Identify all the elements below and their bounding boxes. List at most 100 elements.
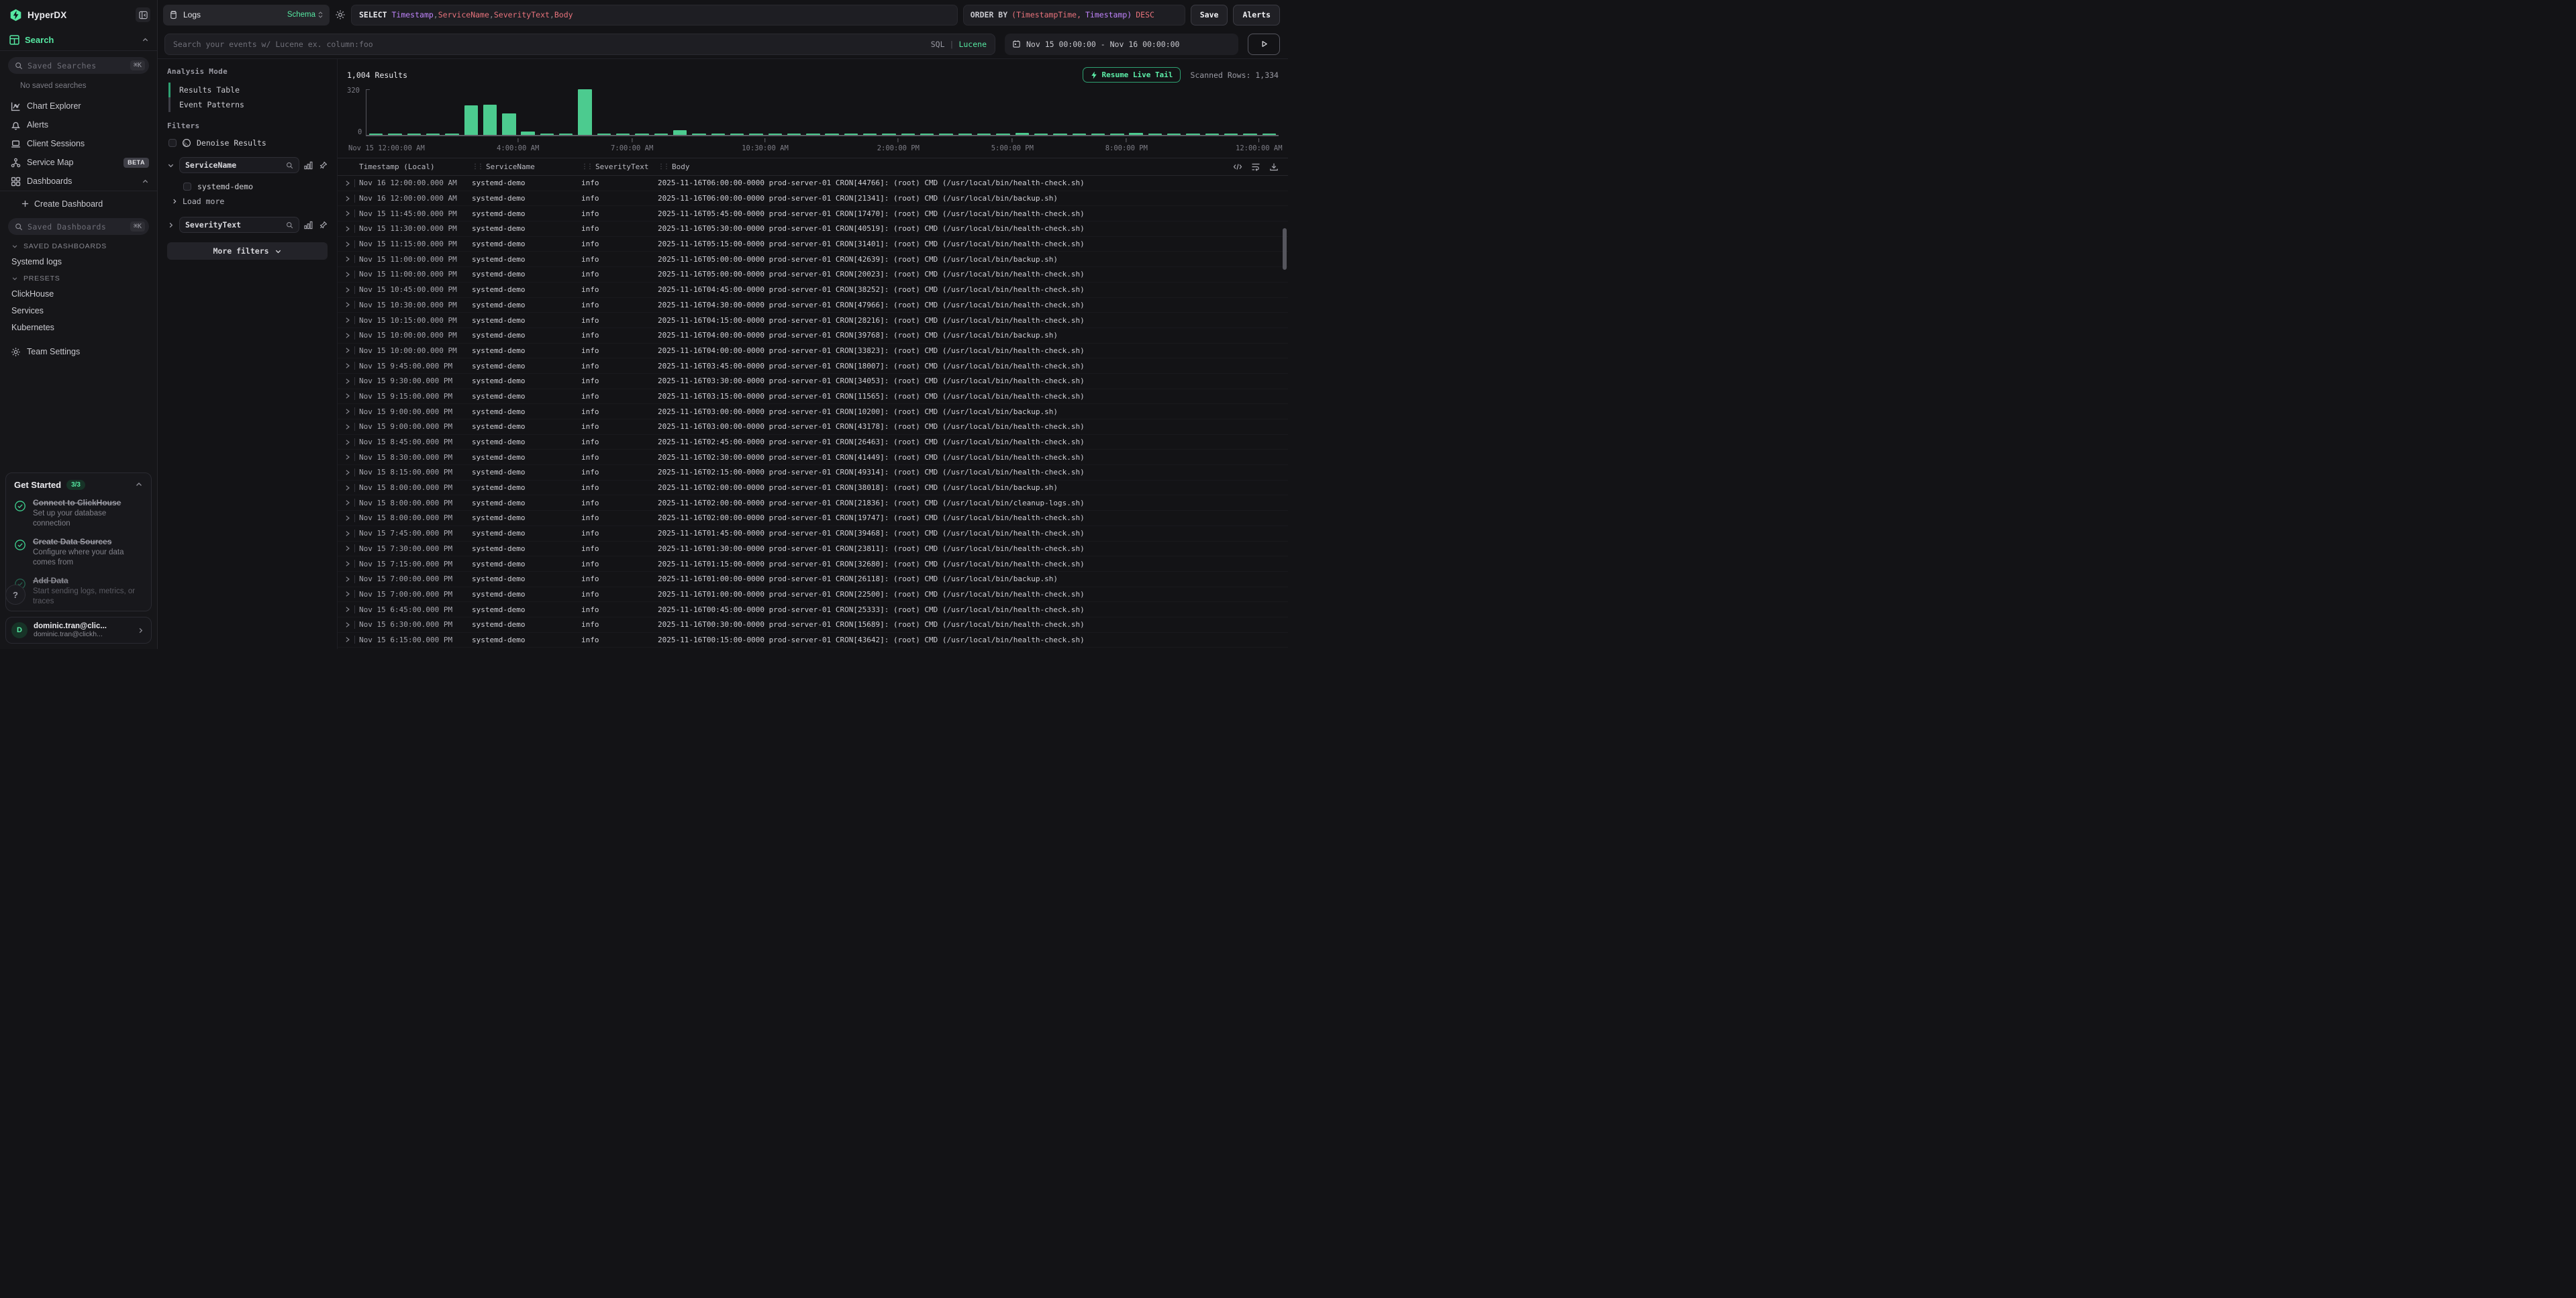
order-by-input[interactable]: ORDER BY (TimestampTime, Timestamp) DESC <box>963 5 1185 26</box>
expand-row-icon[interactable] <box>344 256 350 262</box>
resume-live-tail-button[interactable]: Resume Live Tail <box>1083 67 1181 83</box>
expand-row-icon[interactable] <box>344 287 350 293</box>
column-header-severitytext[interactable]: ⋮⋮SeverityText <box>581 162 658 171</box>
expand-row-icon[interactable] <box>344 515 350 521</box>
run-query-button[interactable] <box>1248 34 1280 55</box>
table-row[interactable]: Nov 15 10:00:00.000 PMsystemd-demoinfo20… <box>338 344 1288 359</box>
table-row[interactable]: Nov 16 12:00:00.000 AMsystemd-demoinfo20… <box>338 191 1288 207</box>
pin-icon[interactable] <box>319 221 328 230</box>
create-dashboard-button[interactable]: Create Dashboard <box>0 195 157 212</box>
expand-row-icon[interactable] <box>344 576 350 583</box>
expand-row-icon[interactable] <box>344 636 350 643</box>
code-view-icon[interactable] <box>1233 162 1242 171</box>
expand-row-icon[interactable] <box>344 332 350 339</box>
table-row[interactable]: Nov 15 6:30:00.000 PMsystemd-demoinfo202… <box>338 617 1288 633</box>
expand-row-icon[interactable] <box>344 241 350 248</box>
user-menu[interactable]: D dominic.tran@clic... dominic.tran@clic… <box>5 617 152 644</box>
chevron-down-icon[interactable] <box>167 162 175 169</box>
help-button[interactable]: ? <box>5 585 26 605</box>
chevron-up-icon[interactable] <box>142 36 149 44</box>
column-header-servicename[interactable]: ⋮⋮ServiceName <box>472 162 581 171</box>
alerts-button[interactable]: Alerts <box>1233 5 1280 26</box>
collapse-sidebar-button[interactable] <box>136 7 150 22</box>
table-row[interactable]: Nov 15 7:00:00.000 PMsystemd-demoinfo202… <box>338 587 1288 603</box>
facet-chart-icon[interactable] <box>304 221 313 230</box>
get-started-step-add-data[interactable]: Add Data Start sending logs, metrics, or… <box>14 575 143 607</box>
load-more-button[interactable]: Load more <box>167 193 328 207</box>
expand-row-icon[interactable] <box>344 606 350 613</box>
expand-row-icon[interactable] <box>344 621 350 628</box>
table-row[interactable]: Nov 15 9:00:00.000 PMsystemd-demoinfo202… <box>338 419 1288 435</box>
drag-handle-icon[interactable]: ⋮⋮ <box>472 163 483 170</box>
expand-row-icon[interactable] <box>344 226 350 232</box>
saved-searches-input[interactable]: Saved Searches ⌘K <box>8 57 149 74</box>
expand-row-icon[interactable] <box>344 347 350 354</box>
table-row[interactable]: Nov 15 11:00:00.000 PMsystemd-demoinfo20… <box>338 252 1288 267</box>
column-header-timestamp[interactable]: Timestamp (Local) <box>359 162 472 171</box>
sidebar-item-chart-explorer[interactable]: Chart Explorer <box>0 97 157 115</box>
table-row[interactable]: Nov 15 8:00:00.000 PMsystemd-demoinfo202… <box>338 495 1288 511</box>
language-toggle-sql[interactable]: SQL <box>931 40 945 49</box>
table-row[interactable]: Nov 15 9:00:00.000 PMsystemd-demoinfo202… <box>338 404 1288 419</box>
scrollbar-thumb[interactable] <box>1283 228 1287 270</box>
table-row[interactable]: Nov 15 7:15:00.000 PMsystemd-demoinfo202… <box>338 556 1288 572</box>
column-header-body[interactable]: ⋮⋮Body <box>658 162 1288 171</box>
table-row[interactable]: Nov 15 7:45:00.000 PMsystemd-demoinfo202… <box>338 526 1288 542</box>
expand-row-icon[interactable] <box>344 530 350 537</box>
preset-link-services[interactable]: Services <box>0 302 157 319</box>
denoise-checkbox[interactable] <box>168 139 177 147</box>
facet-search-box[interactable]: ServiceName <box>179 157 299 173</box>
expand-row-icon[interactable] <box>344 408 350 415</box>
table-row[interactable]: Nov 15 10:30:00.000 PMsystemd-demoinfo20… <box>338 298 1288 313</box>
expand-row-icon[interactable] <box>344 378 350 385</box>
expand-row-icon[interactable] <box>344 271 350 278</box>
language-toggle-lucene[interactable]: Lucene <box>958 40 987 49</box>
facet-value-checkbox[interactable] <box>183 183 191 191</box>
table-row[interactable]: Nov 15 8:45:00.000 PMsystemd-demoinfo202… <box>338 435 1288 450</box>
table-row[interactable]: Nov 15 8:00:00.000 PMsystemd-demoinfo202… <box>338 481 1288 496</box>
facet-chart-icon[interactable] <box>304 161 313 170</box>
preset-link-kubernetes[interactable]: Kubernetes <box>0 319 157 336</box>
mode-event-patterns[interactable]: Event Patterns <box>168 97 328 112</box>
source-selector[interactable]: Logs Schema <box>163 5 330 26</box>
drag-handle-icon[interactable]: ⋮⋮ <box>581 163 592 170</box>
table-row[interactable]: Nov 15 9:30:00.000 PMsystemd-demoinfo202… <box>338 374 1288 389</box>
expand-row-icon[interactable] <box>344 545 350 552</box>
date-range-picker[interactable]: Nov 15 00:00:00 - Nov 16 00:00:00 <box>1005 34 1238 55</box>
sidebar-item-team-settings[interactable]: Team Settings <box>0 342 157 361</box>
table-row[interactable]: Nov 15 7:30:00.000 PMsystemd-demoinfo202… <box>338 542 1288 557</box>
pin-icon[interactable] <box>319 161 328 170</box>
expand-row-icon[interactable] <box>344 439 350 446</box>
table-row[interactable]: Nov 15 11:30:00.000 PMsystemd-demoinfo20… <box>338 221 1288 237</box>
table-row[interactable]: Nov 15 7:00:00.000 PMsystemd-demoinfo202… <box>338 572 1288 587</box>
table-row[interactable]: Nov 15 10:45:00.000 PMsystemd-demoinfo20… <box>338 283 1288 298</box>
table-row[interactable]: Nov 15 9:15:00.000 PMsystemd-demoinfo202… <box>338 389 1288 405</box>
source-settings-gear-icon[interactable] <box>335 9 346 20</box>
drag-handle-icon[interactable]: ⋮⋮ <box>658 163 668 170</box>
table-row[interactable]: Nov 15 6:15:00.000 PMsystemd-demoinfo202… <box>338 633 1288 648</box>
facet-search-box[interactable]: SeverityText <box>179 217 299 233</box>
text-wrap-icon[interactable] <box>1251 162 1260 171</box>
preset-link-clickhouse[interactable]: ClickHouse <box>0 285 157 302</box>
dashboard-link-systemd-logs[interactable]: Systemd logs <box>0 253 157 270</box>
table-row[interactable]: Nov 15 11:45:00.000 PMsystemd-demoinfo20… <box>338 206 1288 221</box>
table-row[interactable]: Nov 15 10:00:00.000 PMsystemd-demoinfo20… <box>338 328 1288 344</box>
expand-row-icon[interactable] <box>344 362 350 369</box>
saved-dashboards-group-header[interactable]: SAVED DASHBOARDS <box>0 238 157 253</box>
expand-row-icon[interactable] <box>344 454 350 460</box>
table-row[interactable]: Nov 16 12:00:00.000 AMsystemd-demoinfo20… <box>338 176 1288 191</box>
expand-row-icon[interactable] <box>344 485 350 491</box>
expand-row-icon[interactable] <box>344 210 350 217</box>
chevron-up-icon[interactable] <box>135 481 143 489</box>
table-row[interactable]: Nov 15 11:15:00.000 PMsystemd-demoinfo20… <box>338 237 1288 252</box>
table-row[interactable]: Nov 15 8:30:00.000 PMsystemd-demoinfo202… <box>338 450 1288 465</box>
mode-results-table[interactable]: Results Table <box>168 83 328 97</box>
more-filters-button[interactable]: More filters <box>167 242 328 260</box>
sidebar-item-search[interactable]: Search <box>0 30 157 50</box>
expand-row-icon[interactable] <box>344 195 350 202</box>
table-row[interactable]: Nov 15 11:00:00.000 PMsystemd-demoinfo20… <box>338 267 1288 283</box>
presets-group-header[interactable]: PRESETS <box>0 270 157 285</box>
table-row[interactable]: Nov 15 6:45:00.000 PMsystemd-demoinfo202… <box>338 602 1288 617</box>
save-button[interactable]: Save <box>1191 5 1228 26</box>
sidebar-item-alerts[interactable]: Alerts <box>0 115 157 134</box>
